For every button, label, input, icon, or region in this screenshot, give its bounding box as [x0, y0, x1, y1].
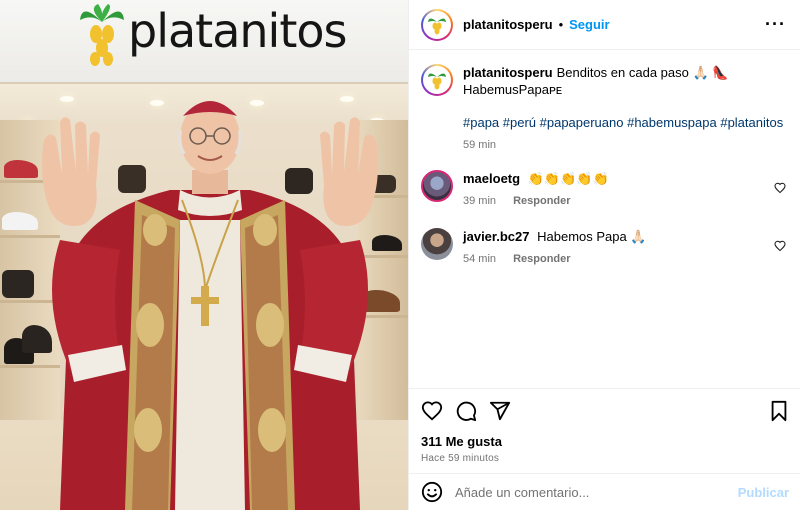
share-send-icon[interactable]: [489, 400, 511, 422]
post-panel: platanitosperu • Seguir ··· platanitospe…: [408, 0, 800, 510]
caption-username[interactable]: platanitosperu: [463, 65, 553, 80]
caption-text-line2: HabemusPapaᴘᴇ: [463, 82, 563, 97]
comment-time: 39 min: [463, 195, 497, 207]
heart-icon[interactable]: [774, 182, 786, 194]
avatar[interactable]: [421, 64, 453, 96]
comment-text: Habemos Papa 🙏🏻: [537, 229, 647, 244]
more-options-icon[interactable]: ···: [765, 14, 786, 35]
post-header: platanitosperu • Seguir ···: [409, 0, 800, 50]
save-bookmark-icon[interactable]: [769, 400, 789, 422]
avatar[interactable]: [421, 228, 453, 260]
header-username[interactable]: platanitosperu: [463, 17, 553, 32]
add-comment-bar: Publicar: [409, 473, 800, 510]
platanitos-logo: [80, 4, 124, 66]
reply-button[interactable]: Responder: [513, 195, 570, 207]
caption-time: 59 min: [463, 139, 497, 151]
like-heart-icon[interactable]: [421, 400, 443, 422]
caption-text: Benditos en cada paso 🙏🏻 👠: [556, 65, 729, 80]
heart-icon[interactable]: [774, 240, 786, 252]
platanitos-logo-icon: [428, 18, 446, 34]
store-brand-name: platanitos: [128, 4, 347, 58]
store-sign: platanitos: [0, 0, 408, 84]
post-image[interactable]: platanitos: [0, 0, 408, 510]
emoji-icon[interactable]: [421, 481, 443, 503]
comment-input[interactable]: [455, 484, 738, 500]
publish-button[interactable]: Publicar: [738, 485, 789, 500]
caption-hashtags[interactable]: #papa #perú #papaperuano #habemuspapa #p…: [463, 114, 786, 131]
comment-time: 54 min: [463, 253, 497, 265]
post-time-ago: Hace 59 minutos: [421, 453, 500, 464]
comment-item: javier.bc27 Habemos Papa 🙏🏻 54 min Respo…: [421, 228, 786, 268]
pope-figure: [42, 101, 378, 510]
follow-button[interactable]: Seguir: [569, 17, 609, 32]
caption: platanitosperu Benditos en cada paso 🙏🏻 👠…: [421, 64, 786, 154]
comment-username[interactable]: maeloetg: [463, 171, 520, 186]
post-actions: 311 Me gusta Hace 59 minutos: [409, 388, 800, 464]
comment-text: 👏👏👏👏👏: [527, 171, 609, 186]
platanitos-logo-icon: [428, 73, 446, 90]
reply-button[interactable]: Responder: [513, 253, 570, 265]
comments-section: platanitosperu Benditos en cada paso 🙏🏻 👠…: [409, 50, 800, 268]
comment-bubble-icon[interactable]: [455, 400, 477, 422]
avatar[interactable]: [421, 8, 453, 41]
comment-username[interactable]: javier.bc27: [463, 229, 530, 244]
avatar[interactable]: [421, 170, 453, 202]
likes-count[interactable]: 311 Me gusta: [421, 434, 789, 449]
comment-item: maeloetg 👏👏👏👏👏 39 min Responder: [421, 170, 786, 210]
separator-dot: •: [558, 17, 564, 32]
